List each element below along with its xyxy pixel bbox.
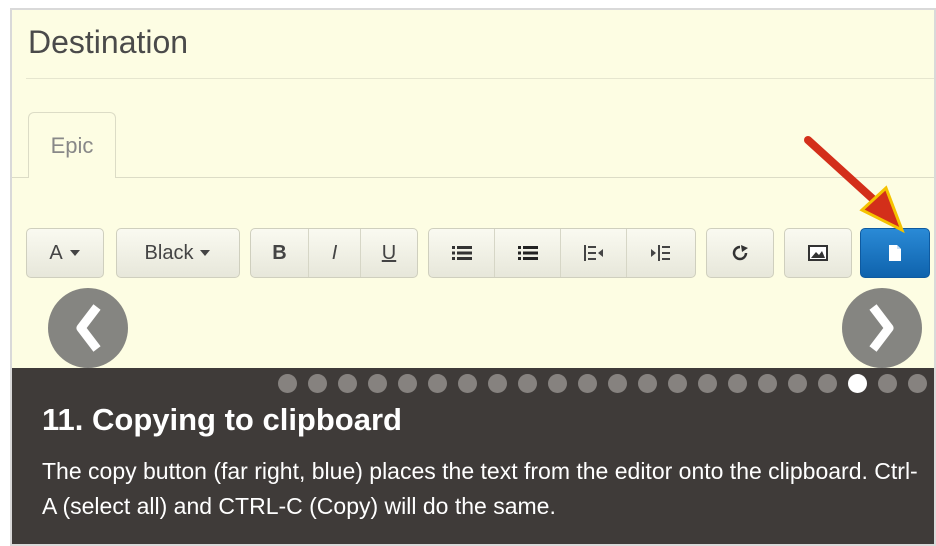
- slide-dot[interactable]: [638, 374, 657, 393]
- color-label: Black: [144, 241, 194, 264]
- tab-baseline-left: [12, 177, 28, 178]
- slide-dot[interactable]: [908, 374, 927, 393]
- slide-dot[interactable]: [608, 374, 627, 393]
- underline-button[interactable]: U: [361, 229, 417, 277]
- slide-dot[interactable]: [338, 374, 357, 393]
- bullet-list-icon: [451, 246, 472, 260]
- slide-dot[interactable]: [728, 374, 747, 393]
- font-size-group: A: [26, 228, 104, 278]
- slide-dot[interactable]: [848, 374, 867, 393]
- insert-image-button[interactable]: [785, 229, 851, 277]
- slide-dot[interactable]: [818, 374, 837, 393]
- image-group: [784, 228, 852, 278]
- caption-title: 11. Copying to clipboard: [42, 402, 402, 437]
- chevron-right-icon: [869, 304, 894, 352]
- bold-button[interactable]: B: [251, 229, 309, 277]
- copy-group: [860, 228, 930, 278]
- font-size-dropdown[interactable]: A: [27, 229, 103, 277]
- slide-dot[interactable]: [488, 374, 507, 393]
- outdent-icon: [583, 245, 603, 261]
- copy-icon: [889, 245, 901, 261]
- outdent-button[interactable]: [561, 229, 627, 277]
- slide-dot[interactable]: [878, 374, 897, 393]
- slide-indicators: [278, 374, 927, 393]
- bullet-list-button[interactable]: [429, 229, 495, 277]
- caret-down-icon: [69, 250, 80, 256]
- color-group: Black: [116, 228, 240, 278]
- indent-button[interactable]: [627, 229, 693, 277]
- slide-dot[interactable]: [368, 374, 387, 393]
- caret-down-icon: [200, 250, 211, 256]
- slide-dot[interactable]: [458, 374, 477, 393]
- red-arrow-icon: [804, 136, 905, 234]
- heading-divider: [26, 78, 934, 79]
- numbered-list-icon: [517, 246, 538, 260]
- slide-dot[interactable]: [518, 374, 537, 393]
- slide-dot[interactable]: [308, 374, 327, 393]
- slide-dot[interactable]: [278, 374, 297, 393]
- tab-epic[interactable]: Epic: [28, 112, 116, 178]
- slide-dot[interactable]: [698, 374, 717, 393]
- italic-button[interactable]: I: [309, 229, 361, 277]
- list-indent-group: [428, 228, 696, 278]
- destination-heading: Destination: [28, 24, 189, 60]
- slide-dot[interactable]: [548, 374, 567, 393]
- editor-panel: Destination Epic A Black B I U 11. Copyi…: [10, 8, 936, 546]
- slide-dot[interactable]: [398, 374, 417, 393]
- slide-dot[interactable]: [428, 374, 447, 393]
- image-icon: [808, 245, 828, 261]
- next-slide-button[interactable]: [842, 288, 922, 368]
- share-button[interactable]: [707, 229, 773, 277]
- caption-text: The copy button (far right, blue) places…: [42, 458, 918, 519]
- slide-dot[interactable]: [758, 374, 777, 393]
- copy-button[interactable]: [861, 229, 929, 277]
- slide-dot[interactable]: [788, 374, 807, 393]
- share-icon: [732, 245, 748, 261]
- share-group: [706, 228, 774, 278]
- font-size-label: A: [49, 241, 63, 264]
- slide-dot[interactable]: [668, 374, 687, 393]
- text-style-group: B I U: [250, 228, 418, 278]
- indent-icon: [651, 245, 670, 261]
- previous-slide-button[interactable]: [48, 288, 128, 368]
- color-dropdown[interactable]: Black: [117, 229, 239, 277]
- numbered-list-button[interactable]: [495, 229, 561, 277]
- chevron-left-icon: [76, 304, 101, 352]
- slide-dot[interactable]: [578, 374, 597, 393]
